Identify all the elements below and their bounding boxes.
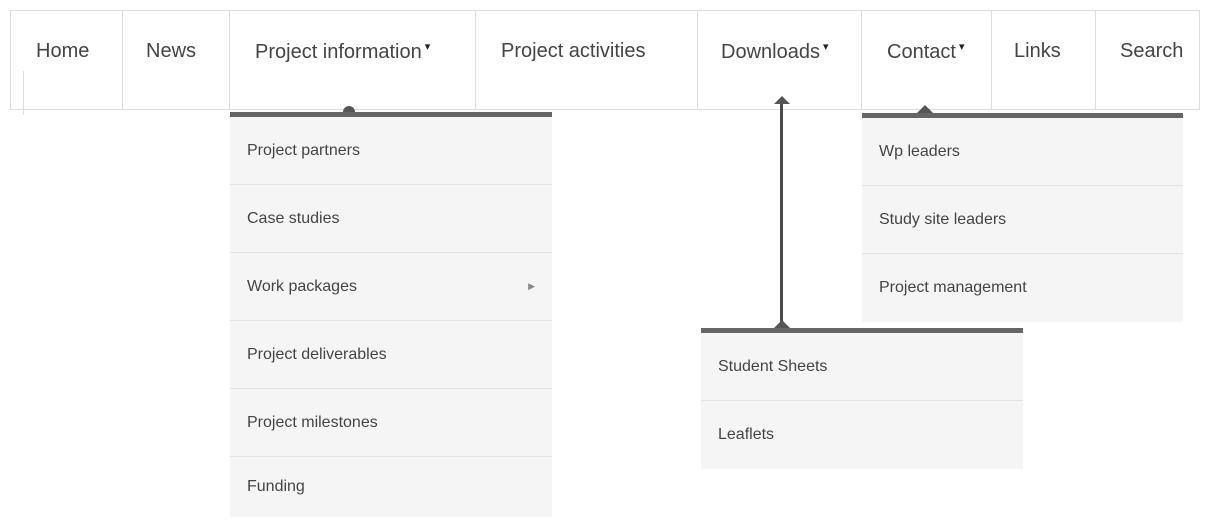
main-navigation: Home News Project information ▾ Project a…: [10, 10, 1200, 115]
dropdown-item-funding[interactable]: Funding: [230, 457, 552, 517]
chevron-right-icon: ▶: [528, 281, 535, 291]
nav-item-label: Project information: [255, 41, 422, 63]
nav-item-news[interactable]: News: [122, 10, 229, 110]
divider: [11, 71, 24, 115]
nav-item-project-activities[interactable]: Project activities: [475, 10, 697, 110]
caret-down-icon: ▾: [424, 41, 431, 53]
dropdown-item-case-studies[interactable]: Case studies: [230, 185, 552, 253]
dropdown-item-work-packages[interactable]: Work packages ▶: [230, 253, 552, 321]
dropdown-contact: Wp leaders Study site leaders Project ma…: [862, 113, 1183, 322]
dropdown-item-label: Case studies: [247, 209, 340, 227]
nav-item-label: Contact: [887, 41, 956, 63]
dropdown-pointer-icon: [774, 320, 790, 328]
nav-item-label: Search: [1120, 40, 1184, 62]
dropdown-downloads: Student Sheets Leaflets: [701, 328, 1023, 469]
dropdown-item-label: Wp leaders: [879, 142, 960, 160]
dropdown-item-label: Work packages: [247, 277, 357, 295]
dropdown-project-information: Project partners Case studies Work packa…: [230, 112, 552, 517]
dropdown-item-project-management[interactable]: Project management: [862, 254, 1183, 322]
dropdown-item-student-sheets[interactable]: Student Sheets: [701, 333, 1023, 401]
nav-item-label: Downloads: [721, 41, 820, 63]
dropdown-item-label: Project milestones: [247, 413, 378, 431]
arrow-up-icon: [774, 96, 790, 104]
dropdown-item-project-milestones[interactable]: Project milestones: [230, 389, 552, 457]
nav-item-label: Project activities: [501, 40, 646, 62]
dropdown-pointer-icon: [917, 105, 933, 113]
dropdown-item-label: Study site leaders: [879, 210, 1007, 228]
nav-item-label: Links: [1014, 40, 1061, 62]
nav-item-downloads[interactable]: Downloads ▾: [697, 10, 861, 110]
nav-item-search[interactable]: Search: [1095, 10, 1200, 110]
nav-item-project-information[interactable]: Project information ▾: [229, 10, 475, 110]
dropdown-item-label: Project management: [879, 279, 1027, 296]
caret-down-icon: ▾: [822, 41, 829, 53]
dropdown-item-label: Project partners: [247, 141, 360, 159]
dropdown-item-project-deliverables[interactable]: Project deliverables: [230, 321, 552, 389]
dropdown-item-study-site-leaders[interactable]: Study site leaders: [862, 186, 1183, 254]
caret-down-icon: ▾: [958, 41, 965, 53]
dropdown-item-wp-leaders[interactable]: Wp leaders: [862, 118, 1183, 186]
nav-item-label: News: [146, 40, 197, 62]
dropdown-item-label: Student Sheets: [718, 357, 828, 375]
dropdown-item-label: Project deliverables: [247, 345, 387, 363]
dropdown-item-project-partners[interactable]: Project partners: [230, 117, 552, 185]
nav-item-label: Home: [36, 40, 90, 62]
dropdown-item-label: Leaflets: [718, 426, 775, 443]
connector-line: [780, 104, 783, 328]
nav-item-contact[interactable]: Contact ▾: [861, 10, 991, 110]
dropdown-item-leaflets[interactable]: Leaflets: [701, 401, 1023, 469]
nav-item-links[interactable]: Links: [991, 10, 1095, 110]
dropdown-item-label: Funding: [247, 478, 305, 495]
nav-item-home[interactable]: Home: [10, 10, 122, 115]
